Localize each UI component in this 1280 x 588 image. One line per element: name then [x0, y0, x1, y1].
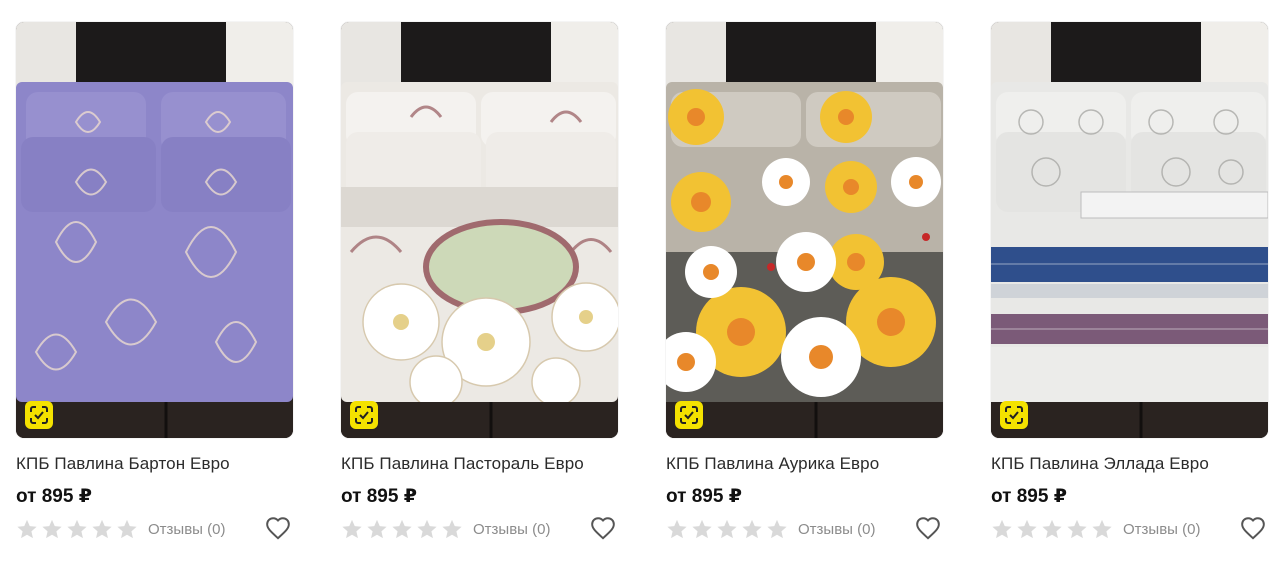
rating-stars: [666, 518, 788, 540]
heart-icon[interactable]: [1240, 516, 1266, 542]
star-icon: [67, 519, 87, 539]
product-grid: КПБ Павлина Бартон Евро от 895 ₽ Отзывы …: [16, 22, 1268, 542]
star-icon: [1067, 519, 1087, 539]
product-meta: Отзывы (0): [666, 516, 943, 542]
product-title[interactable]: КПБ Павлина Пастораль Евро: [341, 454, 618, 474]
heart-icon[interactable]: [915, 516, 941, 542]
product-image[interactable]: [666, 22, 943, 438]
scan-icon: [1000, 401, 1028, 429]
scan-icon: [25, 401, 53, 429]
star-icon: [17, 519, 37, 539]
product-title[interactable]: КПБ Павлина Аурика Евро: [666, 454, 943, 474]
product-card[interactable]: КПБ Павлина Бартон Евро от 895 ₽ Отзывы …: [16, 22, 293, 542]
product-card[interactable]: КПБ Павлина Аурика Евро от 895 ₽ Отзывы …: [666, 22, 943, 542]
star-icon: [767, 519, 787, 539]
star-icon: [992, 519, 1012, 539]
product-price: от 895 ₽: [341, 486, 417, 507]
star-icon: [392, 519, 412, 539]
star-icon: [692, 519, 712, 539]
product-title[interactable]: КПБ Павлина Эллада Евро: [991, 454, 1268, 474]
star-icon: [42, 519, 62, 539]
heart-icon[interactable]: [590, 516, 616, 542]
star-icon: [1017, 519, 1037, 539]
product-card[interactable]: КПБ Павлина Пастораль Евро от 895 ₽ Отзы…: [341, 22, 618, 542]
product-image[interactable]: [341, 22, 618, 438]
product-price: от 895 ₽: [16, 486, 92, 507]
star-icon: [367, 519, 387, 539]
product-price: от 895 ₽: [666, 486, 742, 507]
product-image[interactable]: [16, 22, 293, 438]
star-icon: [667, 519, 687, 539]
star-icon: [117, 519, 137, 539]
reviews-link[interactable]: Отзывы (0): [473, 521, 550, 538]
star-icon: [742, 519, 762, 539]
reviews-link[interactable]: Отзывы (0): [1123, 521, 1200, 538]
star-icon: [92, 519, 112, 539]
star-icon: [1092, 519, 1112, 539]
product-card[interactable]: КПБ Павлина Эллада Евро от 895 ₽ Отзывы …: [991, 22, 1268, 542]
rating-stars: [16, 518, 138, 540]
rating-stars: [991, 518, 1113, 540]
star-icon: [442, 519, 462, 539]
star-icon: [342, 519, 362, 539]
star-icon: [717, 519, 737, 539]
product-price: от 895 ₽: [991, 486, 1067, 507]
product-image[interactable]: [991, 22, 1268, 438]
scan-icon: [675, 401, 703, 429]
product-meta: Отзывы (0): [16, 516, 293, 542]
star-icon: [1042, 519, 1062, 539]
heart-icon[interactable]: [265, 516, 291, 542]
product-meta: Отзывы (0): [341, 516, 618, 542]
rating-stars: [341, 518, 463, 540]
star-icon: [417, 519, 437, 539]
product-meta: Отзывы (0): [991, 516, 1268, 542]
reviews-link[interactable]: Отзывы (0): [148, 521, 225, 538]
reviews-link[interactable]: Отзывы (0): [798, 521, 875, 538]
scan-icon: [350, 401, 378, 429]
product-title[interactable]: КПБ Павлина Бартон Евро: [16, 454, 293, 474]
